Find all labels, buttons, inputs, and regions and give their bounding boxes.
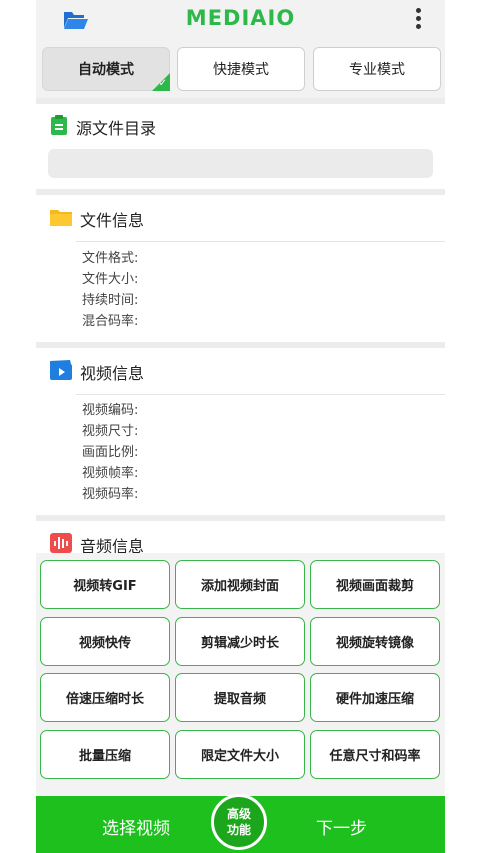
rotate-mirror-button[interactable]: 视频旋转镜像 — [310, 617, 440, 666]
divider-line — [76, 394, 445, 395]
section-title: 文件信息 — [80, 211, 145, 230]
video-field: 视频帧率: — [82, 466, 139, 481]
video-field: 视频码率: — [82, 487, 139, 502]
video-to-gif-button[interactable]: 视频转GIF — [40, 560, 170, 609]
divider — [36, 515, 445, 521]
crop-video-button[interactable]: 视频画面裁剪 — [310, 560, 440, 609]
divider-line — [76, 241, 445, 242]
more-vertical-icon[interactable] — [413, 8, 423, 32]
tab-quick-mode[interactable]: 快捷模式 — [177, 47, 305, 91]
speed-compress-button[interactable]: 倍速压缩时长 — [40, 673, 170, 722]
tab-label: 快捷模式 — [213, 62, 269, 78]
mode-tabs: 自动模式 ✓ 快捷模式 专业模式 — [36, 40, 445, 98]
clipboard-icon — [50, 114, 68, 140]
app-logo: MEDIAIO — [185, 6, 296, 30]
advanced-label-line1: 高级 — [226, 807, 251, 821]
file-info-header: 文件信息 — [50, 207, 144, 231]
tab-auto-mode[interactable]: 自动模式 ✓ — [42, 47, 170, 91]
check-icon: ✓ — [158, 78, 167, 89]
file-field: 混合码率: — [82, 314, 139, 329]
tab-label: 自动模式 — [78, 62, 134, 78]
divider — [36, 342, 445, 348]
advanced-features-button[interactable]: 高级 功能 — [211, 794, 267, 850]
section-title: 源文件目录 — [76, 119, 157, 138]
next-step-button[interactable]: 下一步 — [316, 814, 367, 839]
divider — [36, 189, 445, 195]
video-field: 视频编码: — [82, 403, 139, 418]
video-clapper-icon — [50, 360, 72, 384]
video-info-header: 视频信息 — [50, 360, 144, 384]
file-field: 持续时间: — [82, 293, 139, 308]
advanced-label-line2: 功能 — [226, 823, 251, 837]
top-bar: MEDIAIO — [36, 0, 445, 40]
source-header: 源文件目录 — [50, 114, 156, 140]
source-path-field[interactable] — [48, 149, 433, 178]
tab-pro-mode[interactable]: 专业模式 — [313, 47, 441, 91]
tab-label: 专业模式 — [349, 62, 405, 78]
video-field: 视频尺寸: — [82, 424, 139, 439]
select-video-button[interactable]: 选择视频 — [102, 814, 170, 839]
app-screen: MEDIAIO 自动模式 ✓ 快捷模式 专业模式 源文件目录 文件信息 文件格式… — [36, 0, 445, 853]
action-grid: 视频转GIF 添加视频封面 视频画面裁剪 视频快传 剪辑减少时长 视频旋转镜像 … — [36, 553, 445, 796]
batch-compress-button[interactable]: 批量压缩 — [40, 730, 170, 779]
section-title: 视频信息 — [80, 364, 145, 383]
file-field: 文件格式: — [82, 251, 139, 266]
custom-size-bitrate-button[interactable]: 任意尺寸和码率 — [310, 730, 440, 779]
limit-size-button[interactable]: 限定文件大小 — [175, 730, 305, 779]
folder-icon — [50, 208, 72, 230]
quick-transfer-button[interactable]: 视频快传 — [40, 617, 170, 666]
trim-duration-button[interactable]: 剪辑减少时长 — [175, 617, 305, 666]
extract-audio-button[interactable]: 提取音频 — [175, 673, 305, 722]
hardware-compress-button[interactable]: 硬件加速压缩 — [310, 673, 440, 722]
divider — [36, 98, 445, 104]
video-field: 画面比例: — [82, 445, 139, 460]
file-field: 文件大小: — [82, 272, 139, 287]
add-cover-button[interactable]: 添加视频封面 — [175, 560, 305, 609]
bottom-action-bar: 选择视频 高级 功能 下一步 — [36, 794, 445, 853]
